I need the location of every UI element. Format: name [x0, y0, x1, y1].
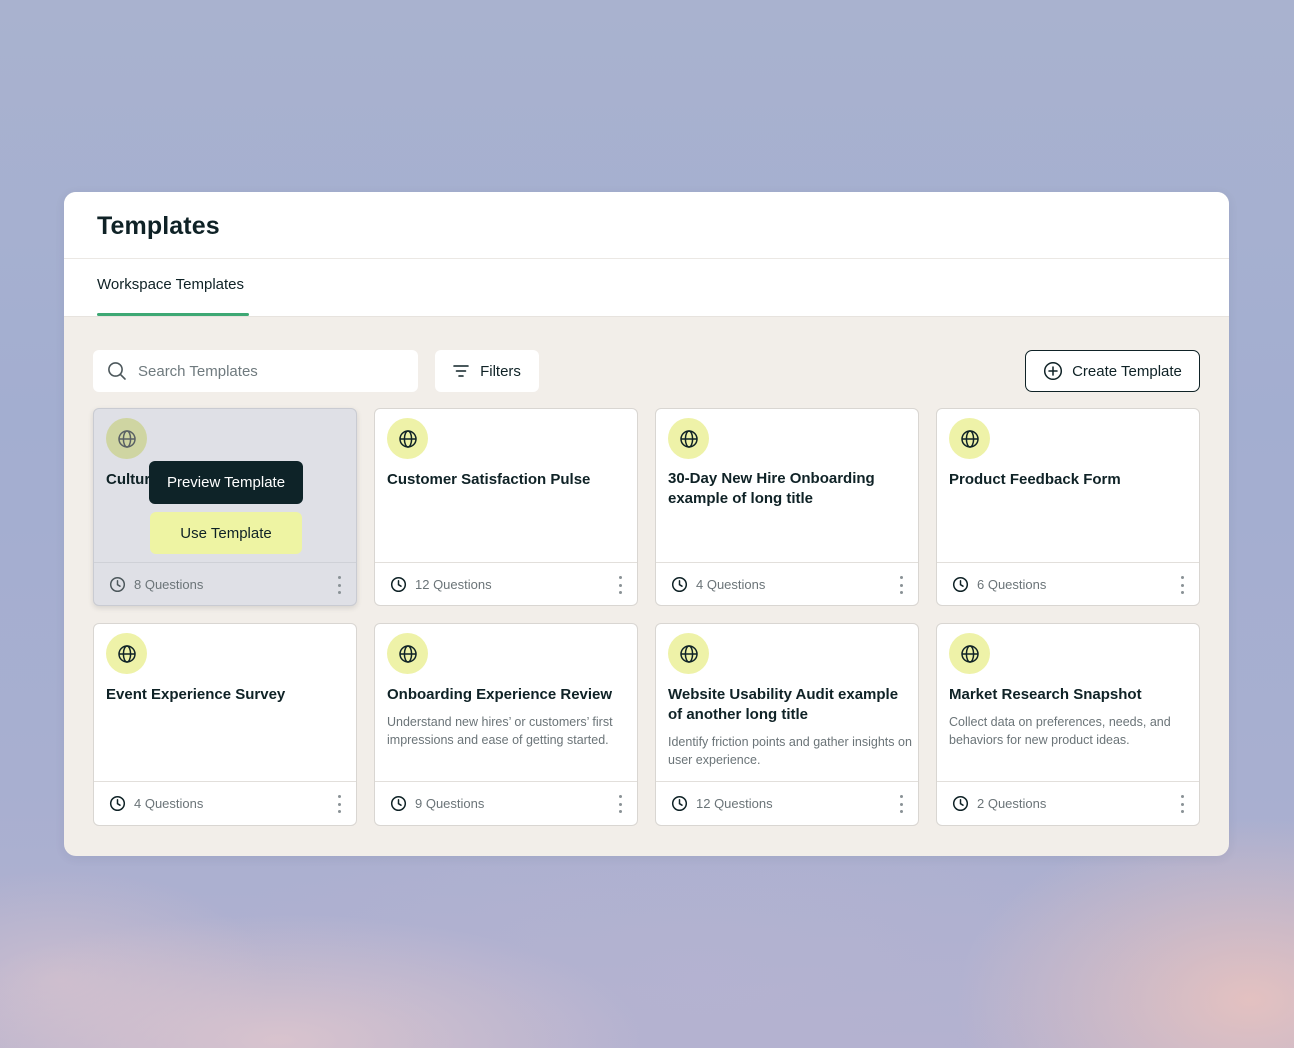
globe-icon: [117, 644, 136, 663]
template-card[interactable]: Website Usability Audit example of anoth…: [655, 623, 919, 826]
more-options-icon[interactable]: [335, 795, 343, 813]
card-footer: 12 Questions: [375, 562, 637, 605]
more-options-icon[interactable]: [1178, 795, 1186, 813]
template-icon-badge: [668, 633, 709, 674]
card-footer: 8 Questions: [94, 562, 356, 605]
preview-template-button[interactable]: Preview Template: [149, 461, 303, 504]
create-template-label: Create Template: [1072, 362, 1182, 380]
template-icon-badge: [106, 633, 147, 674]
templates-panel: Templates Workspace Templates Filters: [64, 192, 1229, 856]
card-footer: 4 Questions: [656, 562, 918, 605]
question-count: 9 Questions: [415, 796, 485, 811]
filters-label: Filters: [480, 362, 521, 380]
card-footer: 4 Questions: [94, 781, 356, 825]
template-description: Identify friction points and gather insi…: [668, 735, 912, 767]
panel-header: Templates Workspace Templates: [64, 192, 1229, 317]
template-card[interactable]: Onboarding Experience Review Understand …: [374, 623, 638, 826]
template-icon-badge: [387, 633, 428, 674]
globe-icon: [398, 644, 417, 663]
clock-icon: [952, 576, 969, 592]
template-description: Understand new hires’ or customers’ firs…: [387, 715, 613, 747]
globe-icon: [960, 644, 979, 663]
globe-icon: [398, 429, 417, 448]
create-template-button[interactable]: Create Template: [1025, 350, 1200, 392]
card-footer: 9 Questions: [375, 781, 637, 825]
template-card[interactable]: Product Feedback Form 6 Questions: [936, 408, 1200, 606]
template-icon-badge: [949, 633, 990, 674]
template-icon-badge: [949, 418, 990, 459]
globe-icon: [679, 429, 698, 448]
card-footer: 6 Questions: [937, 562, 1199, 605]
filter-icon: [453, 365, 469, 377]
header-divider: [64, 258, 1229, 259]
question-count: 12 Questions: [696, 796, 773, 811]
more-options-icon[interactable]: [1178, 576, 1186, 594]
template-icon-badge: [387, 418, 428, 459]
search-box[interactable]: [93, 350, 418, 392]
question-count: 2 Questions: [977, 796, 1047, 811]
filters-button[interactable]: Filters: [435, 350, 539, 392]
clock-icon: [390, 795, 407, 812]
template-title: Website Usability Audit example of anoth…: [668, 686, 899, 723]
use-template-button[interactable]: Use Template: [150, 512, 302, 554]
plus-circle-icon: [1044, 361, 1063, 381]
clock-icon: [109, 795, 126, 812]
template-card[interactable]: Cultur Preview Template Use Template 8 Q…: [93, 408, 357, 606]
clock-icon: [109, 576, 126, 592]
globe-icon: [117, 429, 136, 448]
clock-icon: [952, 795, 969, 812]
globe-icon: [960, 429, 979, 448]
template-card[interactable]: Customer Satisfaction Pulse 12 Questions: [374, 408, 638, 606]
toolbar: Filters Create Template: [64, 350, 1229, 392]
search-input[interactable]: [136, 361, 400, 381]
template-title: Market Research Snapshot: [949, 686, 1142, 703]
template-title: 30-Day New Hire Onboarding example of lo…: [668, 470, 875, 507]
tab-workspace-templates[interactable]: Workspace Templates: [97, 276, 244, 293]
template-description: Collect data on preferences, needs, and …: [949, 715, 1171, 747]
question-count: 12 Questions: [415, 576, 492, 592]
more-options-icon[interactable]: [897, 795, 905, 813]
template-icon-badge: [106, 418, 147, 459]
template-card[interactable]: Event Experience Survey 4 Questions: [93, 623, 357, 826]
card-footer: 2 Questions: [937, 781, 1199, 825]
template-title: Onboarding Experience Review: [387, 686, 613, 703]
question-count: 4 Questions: [696, 576, 766, 592]
page-title: Templates: [97, 212, 220, 240]
template-title: Customer Satisfaction Pulse: [387, 471, 591, 488]
question-count: 8 Questions: [134, 576, 204, 592]
clock-icon: [671, 795, 688, 812]
active-tab-indicator: [97, 313, 249, 316]
template-title: Product Feedback Form: [949, 471, 1121, 488]
template-icon-badge: [668, 418, 709, 459]
template-card[interactable]: 30-Day New Hire Onboarding example of lo…: [655, 408, 919, 606]
clock-icon: [390, 576, 407, 592]
search-icon: [108, 362, 126, 380]
clock-icon: [671, 576, 688, 592]
template-card[interactable]: Market Research Snapshot Collect data on…: [936, 623, 1200, 826]
question-count: 6 Questions: [977, 576, 1047, 592]
more-options-icon[interactable]: [335, 576, 343, 594]
globe-icon: [679, 644, 698, 663]
more-options-icon[interactable]: [897, 576, 905, 594]
template-title: Event Experience Survey: [106, 686, 286, 703]
more-options-icon[interactable]: [616, 576, 624, 594]
card-footer: 12 Questions: [656, 781, 918, 825]
question-count: 4 Questions: [134, 796, 204, 811]
more-options-icon[interactable]: [616, 795, 624, 813]
